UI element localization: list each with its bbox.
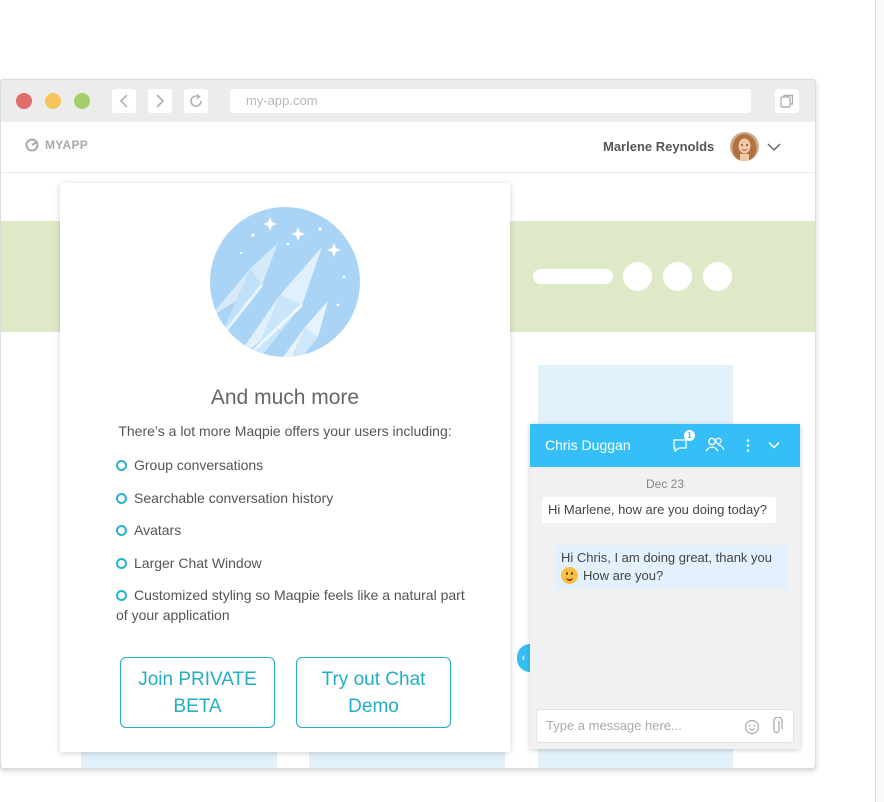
reload-button[interactable] [184,89,208,113]
card-title: And much more [210,386,360,409]
placeholder-circle [663,262,692,291]
incoming-message: Hi Marlene, how are you doing today? [542,497,776,523]
tabs-icon [780,94,794,108]
join-beta-label: Join PRIVATE BETA [138,668,257,717]
list-item: Avatars [116,520,476,540]
placeholder-circle [623,262,652,291]
feature-text: Group conversations [134,457,264,473]
logo-text: MYAPP [45,138,89,152]
forward-button[interactable] [148,89,172,113]
feature-list: Group conversations Searchable conversat… [116,455,476,638]
participants-icon[interactable] [705,436,725,453]
bullet-icon [116,557,127,569]
chat-contact-name[interactable]: Chris Duggan [545,437,631,453]
bullet-icon [116,460,127,471]
outgoing-message: Hi Chris, I am doing great, thank you Ho… [555,545,788,589]
emoji-picker-icon[interactable] [744,719,760,735]
tabs-button[interactable] [775,89,799,113]
back-button[interactable] [112,89,136,113]
browser-window: my-app.com MYAPP Marlene Reynolds And mu… [0,79,816,769]
chat-window: Chris Duggan 1 Dec 23 Hi Marlene, how ar… [530,424,800,749]
chat-collapse-tab[interactable]: ‹ [517,644,530,672]
try-demo-button[interactable]: Try out Chat Demo [296,657,451,728]
address-bar[interactable]: my-app.com [230,89,751,113]
app-header: MYAPP Marlene Reynolds [1,122,815,173]
bullet-icon [116,492,127,504]
feature-text: Searchable conversation history [134,489,334,506]
more-options-icon[interactable] [745,438,751,453]
join-beta-button[interactable]: Join PRIVATE BETA [120,657,275,728]
list-item: Group conversations [116,455,476,475]
browser-toolbar: my-app.com [1,80,815,123]
bullet-icon [116,590,127,601]
reload-icon [190,93,202,107]
avatar[interactable] [730,132,759,161]
feature-card: And much more There’s a lot more Maqpie … [60,183,510,752]
card-subtitle: There’s a lot more Maqpie offers your us… [118,423,452,439]
smiley-emoji-icon [561,567,578,584]
close-dot[interactable] [16,93,32,109]
placeholder-column [81,752,277,768]
try-demo-label: Try out Chat Demo [321,668,426,717]
messages-icon[interactable] [672,438,688,453]
feature-text: Avatars [134,522,182,538]
outgoing-message-text: Hi Chris, I am doing great, thank you [561,550,772,565]
placeholder-column [309,752,505,768]
minimize-dot[interactable] [45,93,61,109]
user-menu-chevron[interactable] [767,139,781,157]
feature-text: Customized styling so Maqpie feels like … [116,587,465,623]
message-input-placeholder: Type a message here... [546,718,682,733]
adjacent-window-edge [876,0,884,802]
chevron-left-icon [119,94,128,108]
app-logo[interactable]: MYAPP [25,138,88,152]
bullet-icon [116,525,127,536]
chevron-down-icon[interactable] [768,441,780,450]
chat-header: Chris Duggan 1 [530,424,800,467]
feature-text: Larger Chat Window [134,554,262,571]
list-item: Searchable conversation history [116,488,476,508]
paper-planes-illustration [210,207,360,357]
user-avatar-image [730,132,759,161]
maximize-dot[interactable] [74,93,90,109]
user-name[interactable]: Marlene Reynolds [603,139,714,154]
logo-icon [25,138,39,152]
message-input[interactable]: Type a message here... [536,709,794,743]
chevron-right-icon [156,94,165,108]
outgoing-message-text-end: How are you? [583,568,664,583]
chat-date-separator: Dec 23 [645,477,685,491]
placeholder-pill [533,269,613,284]
list-item: Customized styling so Maqpie feels like … [116,585,476,625]
list-item: Larger Chat Window [116,553,476,573]
attachment-icon[interactable] [771,717,783,735]
placeholder-circle [703,262,732,291]
chevron-down-icon [767,143,781,152]
unread-badge: 1 [684,430,695,441]
